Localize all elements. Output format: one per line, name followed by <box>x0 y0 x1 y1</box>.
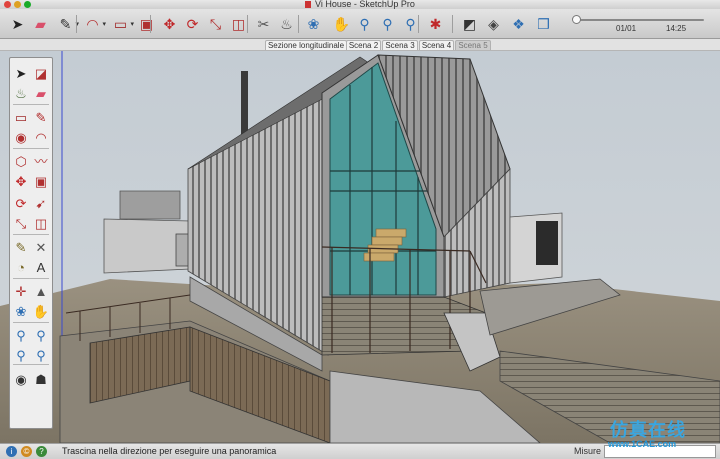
model-scene[interactable] <box>0 51 720 443</box>
position-camera-icon[interactable]: ◉ <box>12 370 30 388</box>
rectangle-icon[interactable]: ▭ <box>12 108 30 126</box>
pushpull-icon[interactable]: ▣ <box>137 14 156 33</box>
chevron-down-icon: ▾ <box>130 21 134 28</box>
rotate-icon[interactable]: ⟳ <box>12 194 30 212</box>
walk-icon[interactable]: ☗ <box>32 370 50 388</box>
protractor-icon[interactable]: ◔ <box>12 258 30 276</box>
toolbar-separator <box>298 15 299 33</box>
polygon-icon[interactable]: ⬡ <box>12 152 30 170</box>
zoom-extents-icon[interactable]: ⚲ <box>12 346 30 364</box>
palette-separator <box>13 234 49 235</box>
arrow-icon[interactable]: ➤ <box>8 14 27 33</box>
views-icon[interactable]: ◈ <box>484 14 503 33</box>
animation-slider-track[interactable] <box>576 19 704 21</box>
geo-location-icon[interactable]: i <box>6 446 17 457</box>
chevron-down-icon: ▾ <box>102 21 106 28</box>
make-component-icon[interactable]: ◪ <box>32 64 50 82</box>
tab-scene[interactable]: Scena 2 <box>346 40 381 50</box>
left-wing-roof-terrace <box>119 190 181 220</box>
tool-palette: ➤ ◪ ♨ ▰ ▭ ✎ ◉ ◠ ⬡ 〰 ✥ ▣ ⟳ ➹ ⤡ ◫ ✎ ✕ ◔ A ✛ ▲ ❀ ✋ ⚲ ⚲ ⚲ ⚲ ◉ ☗ <box>9 57 53 429</box>
tab-scene[interactable]: Scena 5 <box>455 40 491 50</box>
scale-icon[interactable]: ⤡ <box>12 214 30 232</box>
paint-bucket-icon[interactable]: ♨ <box>277 14 296 33</box>
hand-icon[interactable]: ✋ <box>332 14 351 33</box>
tape-measure-icon[interactable]: ✎ <box>12 238 30 256</box>
rectangle-icon[interactable]: ▭ ▾ <box>111 14 134 33</box>
rotate-icon[interactable]: ⟳ <box>183 14 202 33</box>
select-arrow-icon[interactable]: ➤ <box>12 64 30 82</box>
tab-scene[interactable]: Scena 3 <box>382 40 418 50</box>
measurements-label: Misure <box>574 446 602 456</box>
palette-separator <box>13 148 49 149</box>
eraser-icon[interactable]: ▰ <box>32 84 50 102</box>
pan-hand-icon[interactable]: ✋ <box>32 302 50 320</box>
tab-scene[interactable]: Sezione longitudinale <box>265 40 347 50</box>
model-viewport[interactable] <box>0 51 720 443</box>
eraser-icon[interactable]: ▰ <box>31 14 50 33</box>
arc-icon[interactable]: ◠ ▾ <box>83 14 106 33</box>
toolbar-separator <box>76 15 77 33</box>
help-icon[interactable]: ? <box>36 446 47 457</box>
scene-tabs-bar: Sezione longitudinale Scena 2 Scena 3 Scena… <box>0 39 720 51</box>
zoom-icon[interactable]: ⚲ <box>355 14 374 33</box>
followme-icon[interactable]: ➹ <box>32 194 50 212</box>
paint-bucket-icon[interactable]: ♨ <box>12 84 30 102</box>
zoom-icon[interactable]: ⚲ <box>12 326 30 344</box>
move-icon[interactable]: ✥ <box>160 14 179 33</box>
pushpull-icon[interactable]: ▣ <box>32 172 50 190</box>
orbit-icon[interactable]: ❀ <box>304 14 323 33</box>
animation-time: 14:25 <box>666 24 687 33</box>
offset-icon[interactable]: ◫ <box>229 14 248 33</box>
arc-icon[interactable]: ◠ <box>32 128 50 146</box>
toolbar-separator <box>150 15 151 33</box>
palette-separator <box>13 104 49 105</box>
credits-icon[interactable]: © <box>21 446 32 457</box>
toolbar-separator <box>452 15 453 33</box>
warehouse-icon[interactable]: ✱ <box>426 14 445 33</box>
palette-separator <box>13 364 49 365</box>
dimension-icon[interactable]: ✕ <box>32 238 50 256</box>
zoom-window-icon[interactable]: ⚲ <box>378 14 397 33</box>
orbit-icon[interactable]: ❀ <box>12 302 30 320</box>
scale-icon[interactable]: ⤡ <box>206 14 225 33</box>
toolbar-separator <box>247 15 248 33</box>
style-icon[interactable]: ◩ <box>460 14 479 33</box>
status-message: Trascina nella direzione per eseguire un… <box>62 446 277 456</box>
document-icon <box>305 1 312 9</box>
freehand-icon[interactable]: 〰 <box>32 152 50 170</box>
axes-icon[interactable]: ✛ <box>12 282 30 300</box>
pencil-icon[interactable]: ✎ ▾ <box>56 14 79 33</box>
zoom-window-icon[interactable]: ⚲ <box>32 326 50 344</box>
circle-icon[interactable]: ◉ <box>12 128 30 146</box>
palette-separator <box>13 322 49 323</box>
toolbar-separator <box>418 15 419 33</box>
tab-scene[interactable]: Scena 4 <box>419 40 454 50</box>
title-bar: Vi House - SketchUp Pro <box>0 0 720 9</box>
tape-measure-icon[interactable]: ✂ <box>254 14 273 33</box>
previous-view-icon[interactable]: ⚲ <box>32 346 50 364</box>
text-label-icon[interactable]: A <box>32 258 50 276</box>
3d-text-icon[interactable]: ▲ <box>32 282 50 300</box>
palette-separator <box>13 278 49 279</box>
move-icon[interactable]: ✥ <box>12 172 30 190</box>
components-icon[interactable]: ❖ <box>509 14 528 33</box>
window-title: Vi House - SketchUp Pro <box>0 0 720 9</box>
offset-icon[interactable]: ◫ <box>32 214 50 232</box>
layers-icon[interactable]: ❒ <box>534 14 553 33</box>
animation-controls: 01/01 14:25 <box>572 12 714 34</box>
animation-frame-counter: 01/01 <box>616 24 637 33</box>
animation-slider-knob[interactable] <box>572 15 581 24</box>
annex-dark-window <box>536 221 558 265</box>
watermark-url: www.1CAE.com <box>608 439 677 449</box>
pencil-icon[interactable]: ✎ <box>32 108 50 126</box>
